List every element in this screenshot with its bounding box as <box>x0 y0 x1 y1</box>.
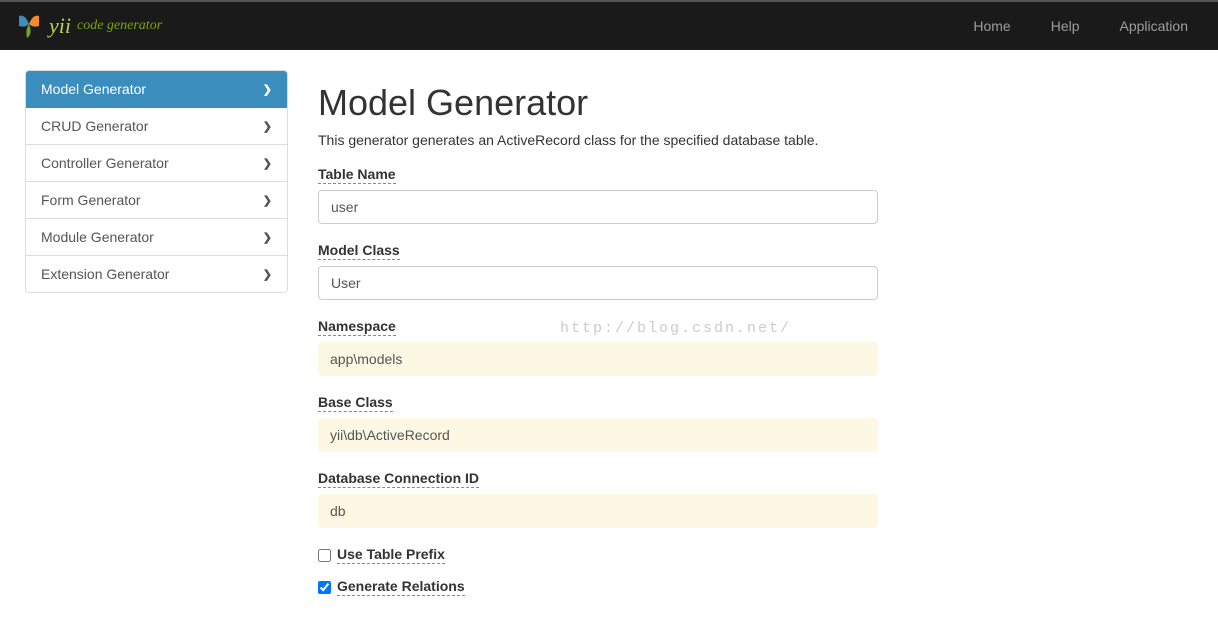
field-model-class: Model Class <box>318 242 878 300</box>
label-namespace: Namespace <box>318 318 396 336</box>
nav-application[interactable]: Application <box>1105 3 1204 49</box>
brand-logo[interactable]: yii code generator <box>15 12 162 40</box>
field-db-connection-id: Database Connection ID db <box>318 470 878 528</box>
nav-links: Home Help Application <box>958 3 1203 49</box>
sidebar-item-label: CRUD Generator <box>41 118 148 134</box>
label-table-name: Table Name <box>318 166 396 184</box>
label-db-connection-id: Database Connection ID <box>318 470 479 488</box>
chevron-right-icon: ❯ <box>263 83 272 96</box>
chevron-right-icon: ❯ <box>263 231 272 244</box>
input-table-name[interactable] <box>318 190 878 224</box>
field-generate-relations: Generate Relations <box>318 578 878 596</box>
label-base-class: Base Class <box>318 394 393 412</box>
sidebar-item-label: Form Generator <box>41 192 141 208</box>
field-namespace: Namespace app\models <box>318 318 878 376</box>
input-model-class[interactable] <box>318 266 878 300</box>
brand-tagline: code generator <box>77 18 162 34</box>
sidebar-item-label: Model Generator <box>41 81 146 97</box>
main-container: Model Generator ❯ CRUD Generator ❯ Contr… <box>0 50 1218 630</box>
sidebar-item-form-generator[interactable]: Form Generator ❯ <box>26 182 287 219</box>
sidebar-item-crud-generator[interactable]: CRUD Generator ❯ <box>26 108 287 145</box>
sidebar-item-label: Extension Generator <box>41 266 169 282</box>
chevron-right-icon: ❯ <box>263 268 272 281</box>
page-title: Model Generator <box>318 82 878 124</box>
main-content: Model Generator This generator generates… <box>318 70 878 610</box>
static-db-connection-id[interactable]: db <box>318 494 878 528</box>
sidebar-item-controller-generator[interactable]: Controller Generator ❯ <box>26 145 287 182</box>
sidebar-item-module-generator[interactable]: Module Generator ❯ <box>26 219 287 256</box>
sidebar-item-label: Controller Generator <box>41 155 169 171</box>
sidebar-item-label: Module Generator <box>41 229 154 245</box>
label-use-table-prefix: Use Table Prefix <box>337 546 445 564</box>
static-base-class[interactable]: yii\db\ActiveRecord <box>318 418 878 452</box>
sidebar: Model Generator ❯ CRUD Generator ❯ Contr… <box>25 70 288 610</box>
field-use-table-prefix: Use Table Prefix <box>318 546 878 564</box>
navbar: yii code generator Home Help Application <box>0 0 1218 50</box>
sidebar-item-extension-generator[interactable]: Extension Generator ❯ <box>26 256 287 292</box>
generator-list: Model Generator ❯ CRUD Generator ❯ Contr… <box>25 70 288 293</box>
page-description: This generator generates an ActiveRecord… <box>318 132 878 148</box>
nav-help[interactable]: Help <box>1036 3 1095 49</box>
checkbox-use-table-prefix[interactable] <box>318 549 331 562</box>
static-namespace[interactable]: app\models <box>318 342 878 376</box>
yii-logo-icon <box>15 12 43 40</box>
label-generate-relations: Generate Relations <box>337 578 465 596</box>
nav-home[interactable]: Home <box>958 3 1025 49</box>
field-table-name: Table Name <box>318 166 878 224</box>
sidebar-item-model-generator[interactable]: Model Generator ❯ <box>26 71 287 108</box>
chevron-right-icon: ❯ <box>263 194 272 207</box>
brand-name: yii <box>49 13 71 39</box>
label-model-class: Model Class <box>318 242 400 260</box>
checkbox-generate-relations[interactable] <box>318 581 331 594</box>
chevron-right-icon: ❯ <box>263 120 272 133</box>
chevron-right-icon: ❯ <box>263 157 272 170</box>
field-base-class: Base Class yii\db\ActiveRecord <box>318 394 878 452</box>
